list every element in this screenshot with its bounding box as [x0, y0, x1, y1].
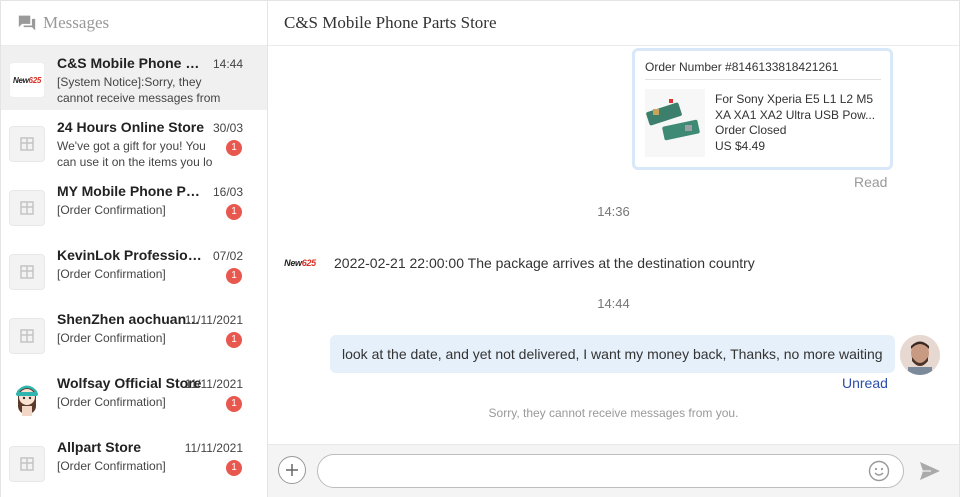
system-notice: Sorry, they cannot receive messages from…	[488, 406, 739, 420]
new625-logo-avatar: New625	[9, 62, 45, 98]
store-icon	[9, 254, 45, 290]
store-icon	[9, 318, 45, 354]
conversation-time: 11/11/2021	[184, 377, 243, 391]
emoji-icon[interactable]	[868, 460, 890, 482]
chat-header: C&S Mobile Phone Parts Store	[268, 1, 959, 46]
order-price: US $4.49	[715, 139, 766, 153]
conversation-preview: [System Notice]:Sorry, they cannot recei…	[57, 75, 221, 105]
store-icon	[9, 126, 45, 162]
plus-icon	[286, 464, 298, 476]
conversation-preview: We've got a gift for you! You can use it…	[57, 139, 213, 169]
conversation-preview: [Order Confirmation]	[57, 267, 166, 281]
conversation-preview: [Order Confirmation]	[57, 203, 166, 217]
conversation-time: 07/02	[212, 249, 243, 263]
new625-logo: New625	[284, 258, 316, 268]
send-icon[interactable]	[918, 460, 942, 482]
unread-badge: 1	[226, 332, 242, 348]
product-thumbnail	[645, 89, 705, 157]
conversation-item[interactable]: ShenZhen aochuang Store 11/11/2021 [Orde…	[1, 302, 267, 366]
message-input[interactable]	[317, 454, 904, 488]
conversation-time: 11/11/2021	[184, 441, 243, 455]
user-avatar	[900, 335, 940, 375]
conversation-sidebar: Messages New625 C&S Mobile Phone Parts S…	[1, 1, 268, 497]
product-title: For Sony Xperia E5 L1 L2 M5 XA XA1 XA2 U…	[715, 92, 876, 122]
system-message-text: 2022-02-21 22:00:00 The package arrives …	[334, 255, 755, 271]
sidebar-header: Messages	[1, 1, 267, 46]
chat-bubbles-icon	[18, 15, 36, 31]
conversation-item[interactable]: KevinLok Professional Store 07/02 [Order…	[1, 238, 267, 302]
unread-badge: 1	[226, 204, 242, 220]
conversation-time: 30/03	[212, 121, 243, 135]
conversation-item[interactable]: Allpart Store 11/11/2021 [Order Confirma…	[1, 430, 267, 494]
conversation-name: MY Mobile Phone Parts Store	[57, 183, 207, 199]
conversation-name: C&S Mobile Phone Parts Store	[57, 55, 207, 71]
system-message: New625 2022-02-21 22:00:00 The package a…	[282, 253, 755, 273]
conversation-item[interactable]: MY Mobile Phone Parts Store 16/03 [Order…	[1, 174, 267, 238]
conversation-preview: [Order Confirmation]	[57, 459, 166, 473]
order-card[interactable]: Order Number #8146133818421261 For Sony …	[632, 48, 893, 170]
conversation-item[interactable]: 24 Hours Online Store 30/03 We've got a …	[1, 110, 267, 174]
divider	[645, 79, 881, 80]
store-icon	[9, 446, 45, 482]
message-timestamp: 14:44	[597, 296, 630, 311]
message-timestamp: 14:36	[597, 204, 630, 219]
conversation-time: 14:44	[212, 57, 243, 71]
order-status: Order Closed	[715, 123, 787, 137]
conversation-name: KevinLok Professional Store	[57, 247, 207, 263]
message-input-bar	[268, 444, 959, 497]
conversation-list: New625 C&S Mobile Phone Parts Store 14:4…	[1, 46, 267, 494]
unread-badge: 1	[226, 268, 242, 284]
order-number: Order Number #8146133818421261	[645, 60, 839, 74]
conversation-time: 16/03	[212, 185, 243, 199]
conversation-time: 11/11/2021	[184, 313, 243, 327]
user-message-bubble: look at the date, and yet not delivered,…	[330, 335, 895, 373]
conversation-item[interactable]: New625 C&S Mobile Phone Parts Store 14:4…	[1, 46, 267, 110]
conversation-name: 24 Hours Online Store	[57, 119, 205, 135]
chat-panel: C&S Mobile Phone Parts Store Order Numbe…	[268, 1, 959, 497]
read-receipt: Read	[854, 174, 888, 190]
cartoon-girl-avatar	[9, 382, 45, 418]
unread-status: Unread	[842, 375, 888, 391]
unread-badge: 1	[226, 140, 242, 156]
conversation-item[interactable]: Wolfsay Official Store 11/11/2021 [Order…	[1, 366, 267, 430]
unread-badge: 1	[226, 460, 242, 476]
chat-title: C&S Mobile Phone Parts Store	[284, 13, 497, 32]
conversation-preview: [Order Confirmation]	[57, 395, 166, 409]
messenger-window: Messages New625 C&S Mobile Phone Parts S…	[0, 0, 960, 497]
sidebar-title: Messages	[43, 13, 110, 32]
add-attachment-button[interactable]	[278, 456, 306, 484]
conversation-preview: [Order Confirmation]	[57, 331, 166, 345]
store-icon	[9, 190, 45, 226]
unread-badge: 1	[226, 396, 242, 412]
